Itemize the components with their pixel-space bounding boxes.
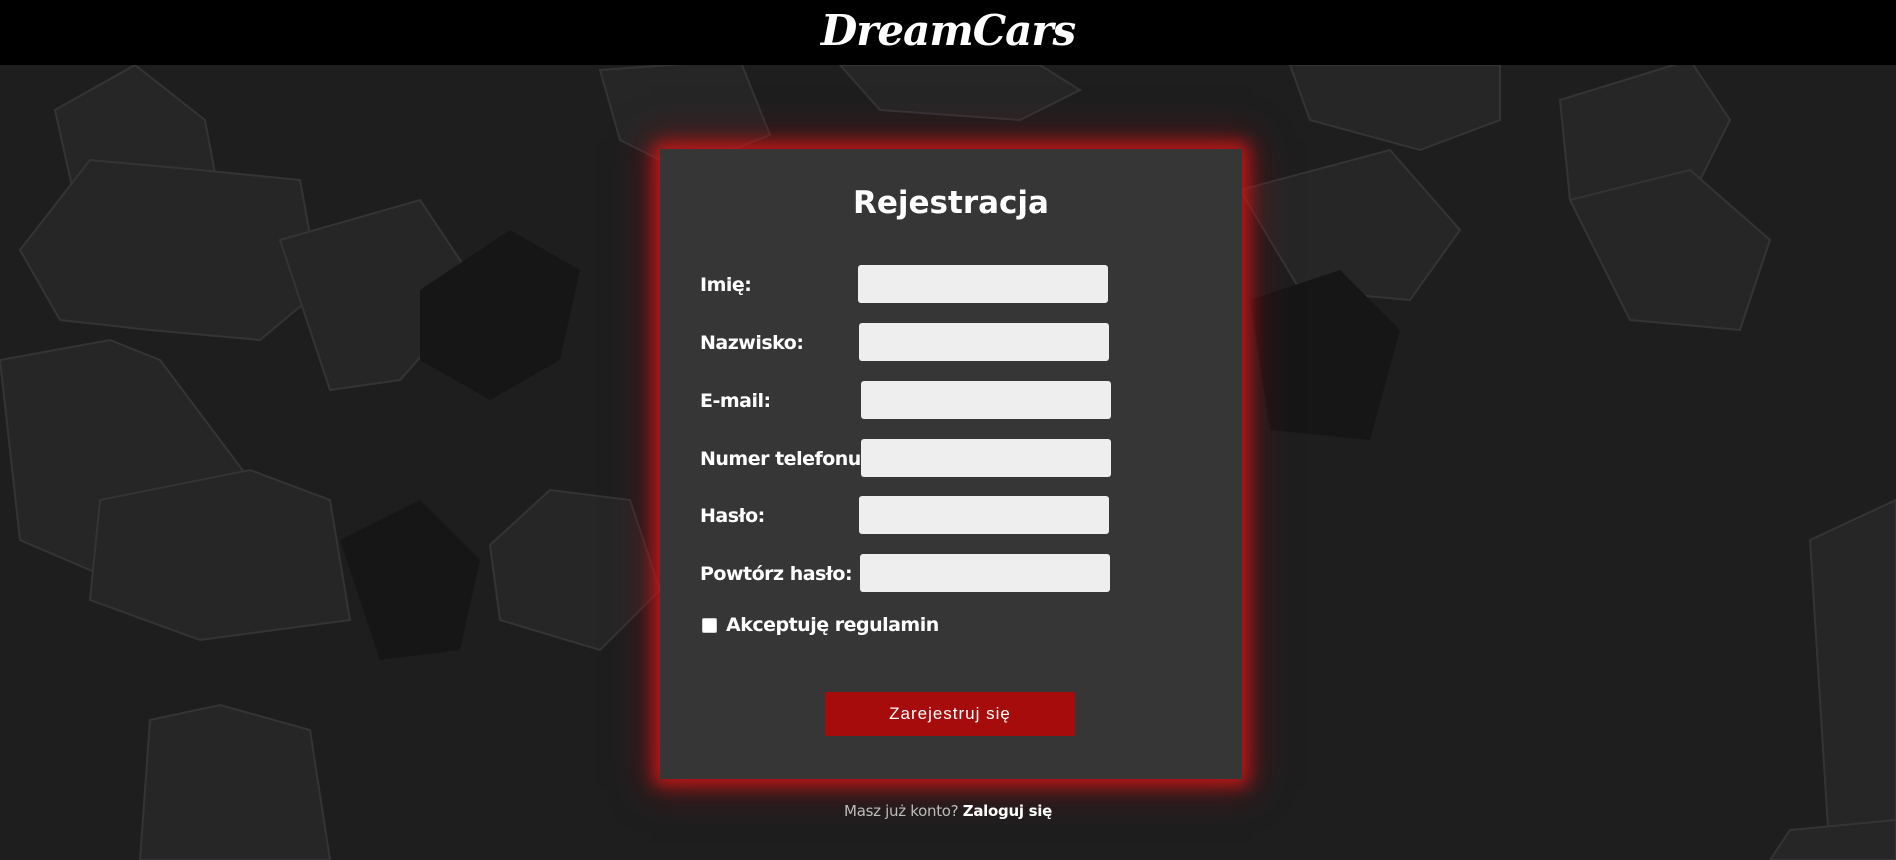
password-label: Hasło:: [700, 505, 765, 527]
repeat-password-label: Powtórz hasło:: [700, 563, 853, 585]
email-input[interactable]: [861, 381, 1111, 419]
phone-input[interactable]: [861, 439, 1111, 477]
register-button[interactable]: Zarejestruj się: [825, 692, 1075, 736]
last-name-label: Nazwisko:: [700, 332, 804, 354]
first-name-row: Imię:: [700, 265, 1200, 303]
first-name-input[interactable]: [858, 265, 1108, 303]
password-input[interactable]: [859, 496, 1109, 534]
login-link[interactable]: Zaloguj się: [963, 802, 1052, 820]
brand-logo[interactable]: DreamCars: [821, 6, 1076, 55]
email-row: E-mail:: [700, 381, 1200, 419]
terms-row: Akceptuję regulamin: [702, 613, 939, 637]
login-prompt: Masz już konto? Zaloguj się: [0, 802, 1896, 820]
last-name-input[interactable]: [859, 323, 1109, 361]
last-name-row: Nazwisko:: [700, 323, 1200, 361]
registration-card: Rejestracja Imię: Nazwisko: E-mail: Nume…: [660, 149, 1242, 779]
email-label: E-mail:: [700, 390, 771, 412]
phone-row: Numer telefonu:: [700, 439, 1200, 477]
terms-label[interactable]: Akceptuję regulamin: [726, 614, 939, 636]
top-navbar: DreamCars: [0, 0, 1896, 65]
terms-checkbox[interactable]: [702, 617, 717, 633]
form-title: Rejestracja: [853, 185, 1049, 221]
repeat-password-input[interactable]: [860, 554, 1110, 592]
repeat-password-row: Powtórz hasło:: [700, 554, 1200, 592]
login-prompt-text: Masz już konto?: [844, 802, 959, 820]
first-name-label: Imię:: [700, 274, 752, 296]
password-row: Hasło:: [700, 496, 1200, 534]
phone-label: Numer telefonu:: [700, 448, 868, 470]
